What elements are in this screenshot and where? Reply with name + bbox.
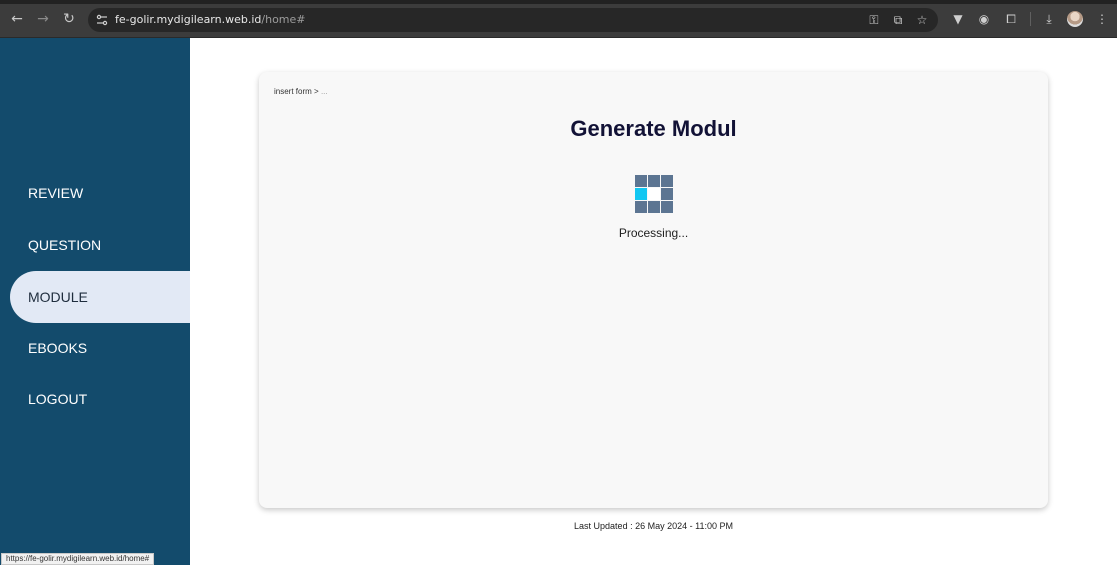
sidebar-item-logout[interactable]: LOGOUT [10,373,190,425]
loader-cell-empty [648,188,660,200]
breadcrumb-current[interactable]: insert form [274,87,312,96]
url-text[interactable]: fe-golir.mydigilearn.web.id/home# [115,13,306,26]
loading-spinner-icon [635,175,673,213]
generate-module-card: insert form > ... Generate Modul Process… [259,72,1048,508]
url-path: /home# [261,13,306,26]
loader-cell [635,175,647,187]
sidebar-item-ebooks[interactable]: EBOOKS [10,322,190,374]
sidebar: REVIEW QUESTION MODULE EBOOKS LOGOUT [0,38,190,565]
sidebar-item-module[interactable]: MODULE [10,271,190,323]
key-icon[interactable]: ⚿ [867,13,881,27]
breadcrumb-rest: ... [320,87,328,96]
tab-strip [0,0,1117,4]
sidebar-item-question[interactable]: QUESTION [10,219,190,271]
last-updated-text: Last Updated : 26 May 2024 - 11:00 PM [574,521,733,531]
avatar[interactable] [1067,11,1083,27]
loader-cell [648,175,660,187]
menu-icon[interactable]: ⋮ [1095,12,1109,26]
address-bar[interactable]: fe-golir.mydigilearn.web.id/home# ⚿ ⧉ ☆ [88,8,938,32]
loader-cell [661,201,673,213]
reload-icon[interactable]: ↻ [61,11,77,27]
toolbar-divider [1030,12,1031,26]
loader-cell [661,188,673,200]
sidebar-item-review[interactable]: REVIEW [10,167,190,219]
processing-status: Processing... [618,226,689,240]
status-bar-url: https://fe-golir.mydigilearn.web.id/home… [1,553,155,565]
loader-cell [648,201,660,213]
page-title: Generate Modul [570,116,737,141]
download-icon[interactable]: ⤓ [1042,12,1056,26]
back-icon[interactable]: ← [9,11,25,27]
star-icon[interactable]: ☆ [915,13,929,27]
loader-cell [661,175,673,187]
site-settings-icon[interactable] [95,12,109,28]
extensions-icon[interactable]: ⧠ [1004,12,1018,26]
loader-cell-active [635,188,647,200]
breadcrumb: insert form > ... [274,87,328,96]
browser-toolbar: ← → ↻ fe-golir.mydigilearn.web.id/home# … [0,0,1117,38]
install-icon[interactable]: ⧉ [891,13,905,27]
vivaldi-extension-icon[interactable]: ▼ [951,12,965,26]
loader-cell [635,201,647,213]
forward-icon[interactable]: → [35,11,51,27]
url-host: fe-golir.mydigilearn.web.id [115,13,262,26]
camera-icon[interactable]: ◉ [977,12,991,26]
breadcrumb-separator: > [314,87,319,96]
